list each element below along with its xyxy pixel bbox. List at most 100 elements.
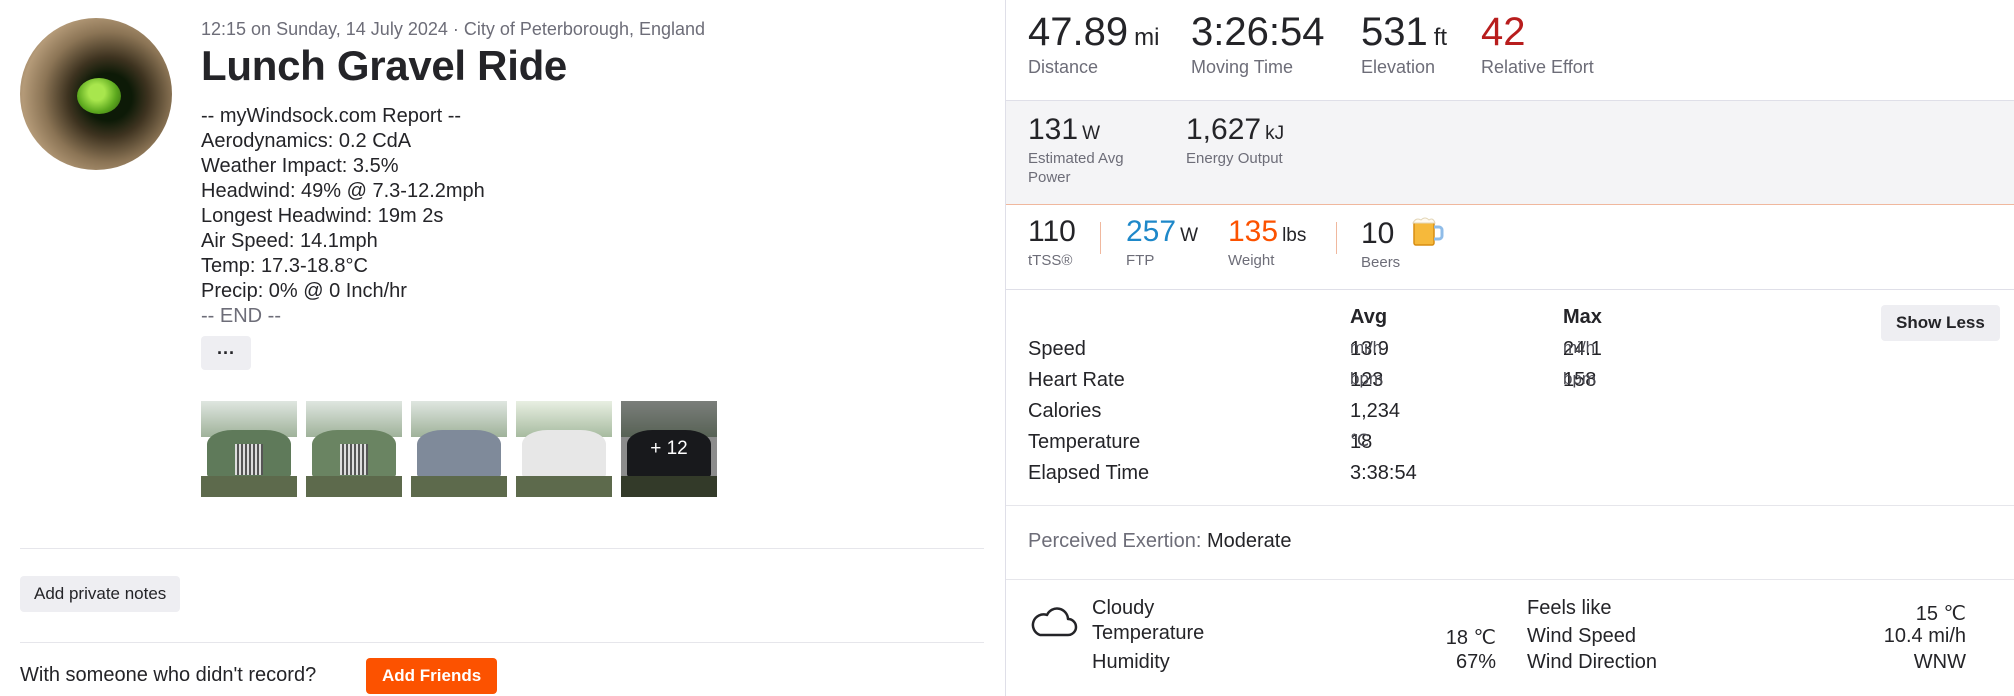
row-label: Elapsed Time: [1028, 462, 1150, 484]
weight-label: Weight: [1228, 252, 1275, 269]
beers-stat: 10 Beers: [1361, 215, 1445, 272]
table-row: Temperature 18 ℃: [1028, 431, 1988, 462]
athlete-avatar[interactable]: [20, 18, 172, 170]
tss-label: tTSS®: [1028, 252, 1073, 269]
divider: [1100, 222, 1101, 254]
divider: [20, 548, 984, 549]
moving-time-value: 3:26:54: [1191, 10, 1325, 54]
relative-effort-stat[interactable]: 42 Relative Effort: [1481, 10, 1594, 78]
weight-stat: 135 lbs Weight: [1228, 215, 1306, 270]
report-line: Weather Impact: 3.5%: [201, 155, 399, 177]
activity-title: Lunch Gravel Ride: [201, 42, 567, 89]
wind-direction-label: Wind Direction: [1527, 651, 1658, 673]
wind-direction-value: WNW: [1913, 651, 1966, 673]
elevation-value: 531: [1361, 10, 1428, 54]
distance-value: 47.89: [1028, 10, 1129, 54]
energy-stat: 1,627 kJ Energy Output: [1186, 113, 1284, 168]
feels-like-label: Feels like: [1527, 597, 1612, 619]
wind-speed-label: Wind Speed: [1527, 625, 1636, 647]
photo-thumbnail[interactable]: [201, 401, 297, 497]
weather-condition: Cloudy: [1092, 597, 1155, 619]
with-someone-text: With someone who didn't record?: [20, 664, 317, 686]
relative-effort-label: Relative Effort: [1481, 57, 1594, 77]
add-friends-button[interactable]: Add Friends: [366, 658, 498, 694]
wind-speed-value: 10.4 mi/h: [1883, 625, 1966, 647]
more-icon[interactable]: ···: [201, 336, 251, 370]
weather-panel: Cloudy Temperature 18 ℃ Humidity 67% Fee…: [1006, 579, 2014, 696]
energy-value: 1,627: [1186, 113, 1262, 146]
weather-temperature-label: Temperature: [1092, 622, 1205, 644]
more-photos-count: + 12: [621, 401, 717, 497]
distance-unit: mi: [1134, 24, 1160, 51]
summary-stats: 47.89 mi Distance 3:26:54 Moving Time 531…: [1006, 0, 2014, 101]
report-line: Temp: 17.3-18.8°C: [201, 255, 368, 277]
avatar-frog-image: [77, 78, 121, 114]
perceived-exertion-label: Perceived Exertion:: [1028, 530, 1202, 552]
energy-label: Energy Output: [1186, 150, 1283, 167]
activity-details: 12:15 on Sunday, 14 July 2024 · City of …: [0, 0, 1005, 696]
row-avg-unit: mi/h: [1350, 338, 1383, 357]
feels-like-value: 15 ℃: [1915, 603, 1966, 625]
weather-temperature-value: 18 ℃: [1445, 627, 1496, 649]
weight-value: 135: [1228, 215, 1279, 248]
row-max-unit: mi/h: [1563, 338, 1596, 357]
beer-icon: [1411, 217, 1444, 246]
relative-effort-value: 42: [1481, 10, 1526, 54]
weather-humidity-value: 67%: [1455, 651, 1496, 673]
ftp-stat: 257 W FTP: [1126, 215, 1198, 270]
distance-stat: 47.89 mi Distance: [1028, 10, 1159, 78]
row-label: Calories: [1028, 400, 1102, 422]
weight-unit: lbs: [1282, 225, 1307, 246]
table-row: Elapsed Time 3:38:54: [1028, 462, 1988, 493]
activity-description: -- myWindsock.com Report -- Aerodynamics…: [201, 104, 485, 322]
row-avg: 1,234: [1350, 400, 1401, 422]
show-less-button[interactable]: Show Less: [1881, 305, 2000, 341]
row-label: Temperature: [1028, 431, 1141, 453]
row-avg-unit: ℃: [1350, 431, 1370, 450]
cloud-icon: [1031, 607, 1078, 637]
perceived-exertion-value: Moderate: [1206, 530, 1292, 552]
photo-thumbnail[interactable]: [306, 401, 402, 497]
report-line: Aerodynamics: 0.2 CdA: [201, 130, 412, 152]
energy-unit: kJ: [1265, 123, 1285, 144]
avg-power-stat: 131 W Estimated Avg Power: [1028, 113, 1158, 187]
extension-stats: 110 tTSS® 257 W FTP 135 lbs Weight 10 Beer…: [1006, 205, 2014, 290]
beers-label: Beers: [1361, 254, 1401, 271]
tss-value: 110: [1028, 215, 1076, 248]
table-row: Heart Rate 123 bpm 158 bpm: [1028, 369, 1988, 400]
perceived-exertion: Perceived Exertion: Moderate: [1006, 505, 2014, 580]
elevation-label: Elevation: [1361, 57, 1436, 77]
row-max-unit: bpm: [1563, 369, 1597, 388]
elevation-stat: 531 ft Elevation: [1361, 10, 1447, 78]
add-private-notes-button[interactable]: Add private notes: [20, 576, 181, 612]
photo-thumbnail-more[interactable]: + 12: [621, 401, 717, 497]
divider: [20, 642, 984, 643]
col-max-header: Max: [1563, 306, 1602, 328]
row-label: Heart Rate: [1028, 369, 1125, 391]
report-line: Precip: 0% @ 0 Inch/hr: [201, 280, 407, 302]
activity-meta: 12:15 on Sunday, 14 July 2024 · City of …: [201, 19, 706, 39]
distance-label: Distance: [1028, 57, 1099, 77]
elevation-unit: ft: [1433, 24, 1448, 51]
ftp-unit: W: [1180, 225, 1198, 246]
ftp-label: FTP: [1126, 252, 1155, 269]
power-stats: 131 W Estimated Avg Power 1,627 kJ Energy …: [1006, 101, 2014, 205]
report-line: -- myWindsock.com Report --: [201, 105, 462, 127]
avg-power-value: 131: [1028, 113, 1079, 146]
tss-stat: 110 tTSS®: [1028, 215, 1076, 270]
beers-value: 10: [1361, 217, 1395, 250]
row-avg: 3:38:54: [1350, 462, 1417, 484]
report-line: Longest Headwind: 19m 2s: [201, 205, 444, 227]
activity-stats: 47.89 mi Distance 3:26:54 Moving Time 531…: [1005, 0, 2014, 696]
report-line: Air Speed: 14.1mph: [201, 230, 378, 252]
col-avg-header: Avg: [1350, 306, 1388, 328]
photo-thumbnail[interactable]: [516, 401, 612, 497]
moving-time-stat: 3:26:54 Moving Time: [1191, 10, 1324, 78]
moving-time-label: Moving Time: [1191, 57, 1294, 77]
row-label: Speed: [1028, 338, 1086, 360]
photo-thumbnail[interactable]: [411, 401, 507, 497]
avg-power-label: Estimated Avg Power: [1028, 150, 1124, 186]
table-row: Speed 13.9 mi/h 24.1 mi/h: [1028, 338, 1988, 369]
table-row: Calories 1,234: [1028, 400, 1988, 431]
report-line: Headwind: 49% @ 7.3-12.2mph: [201, 180, 485, 202]
